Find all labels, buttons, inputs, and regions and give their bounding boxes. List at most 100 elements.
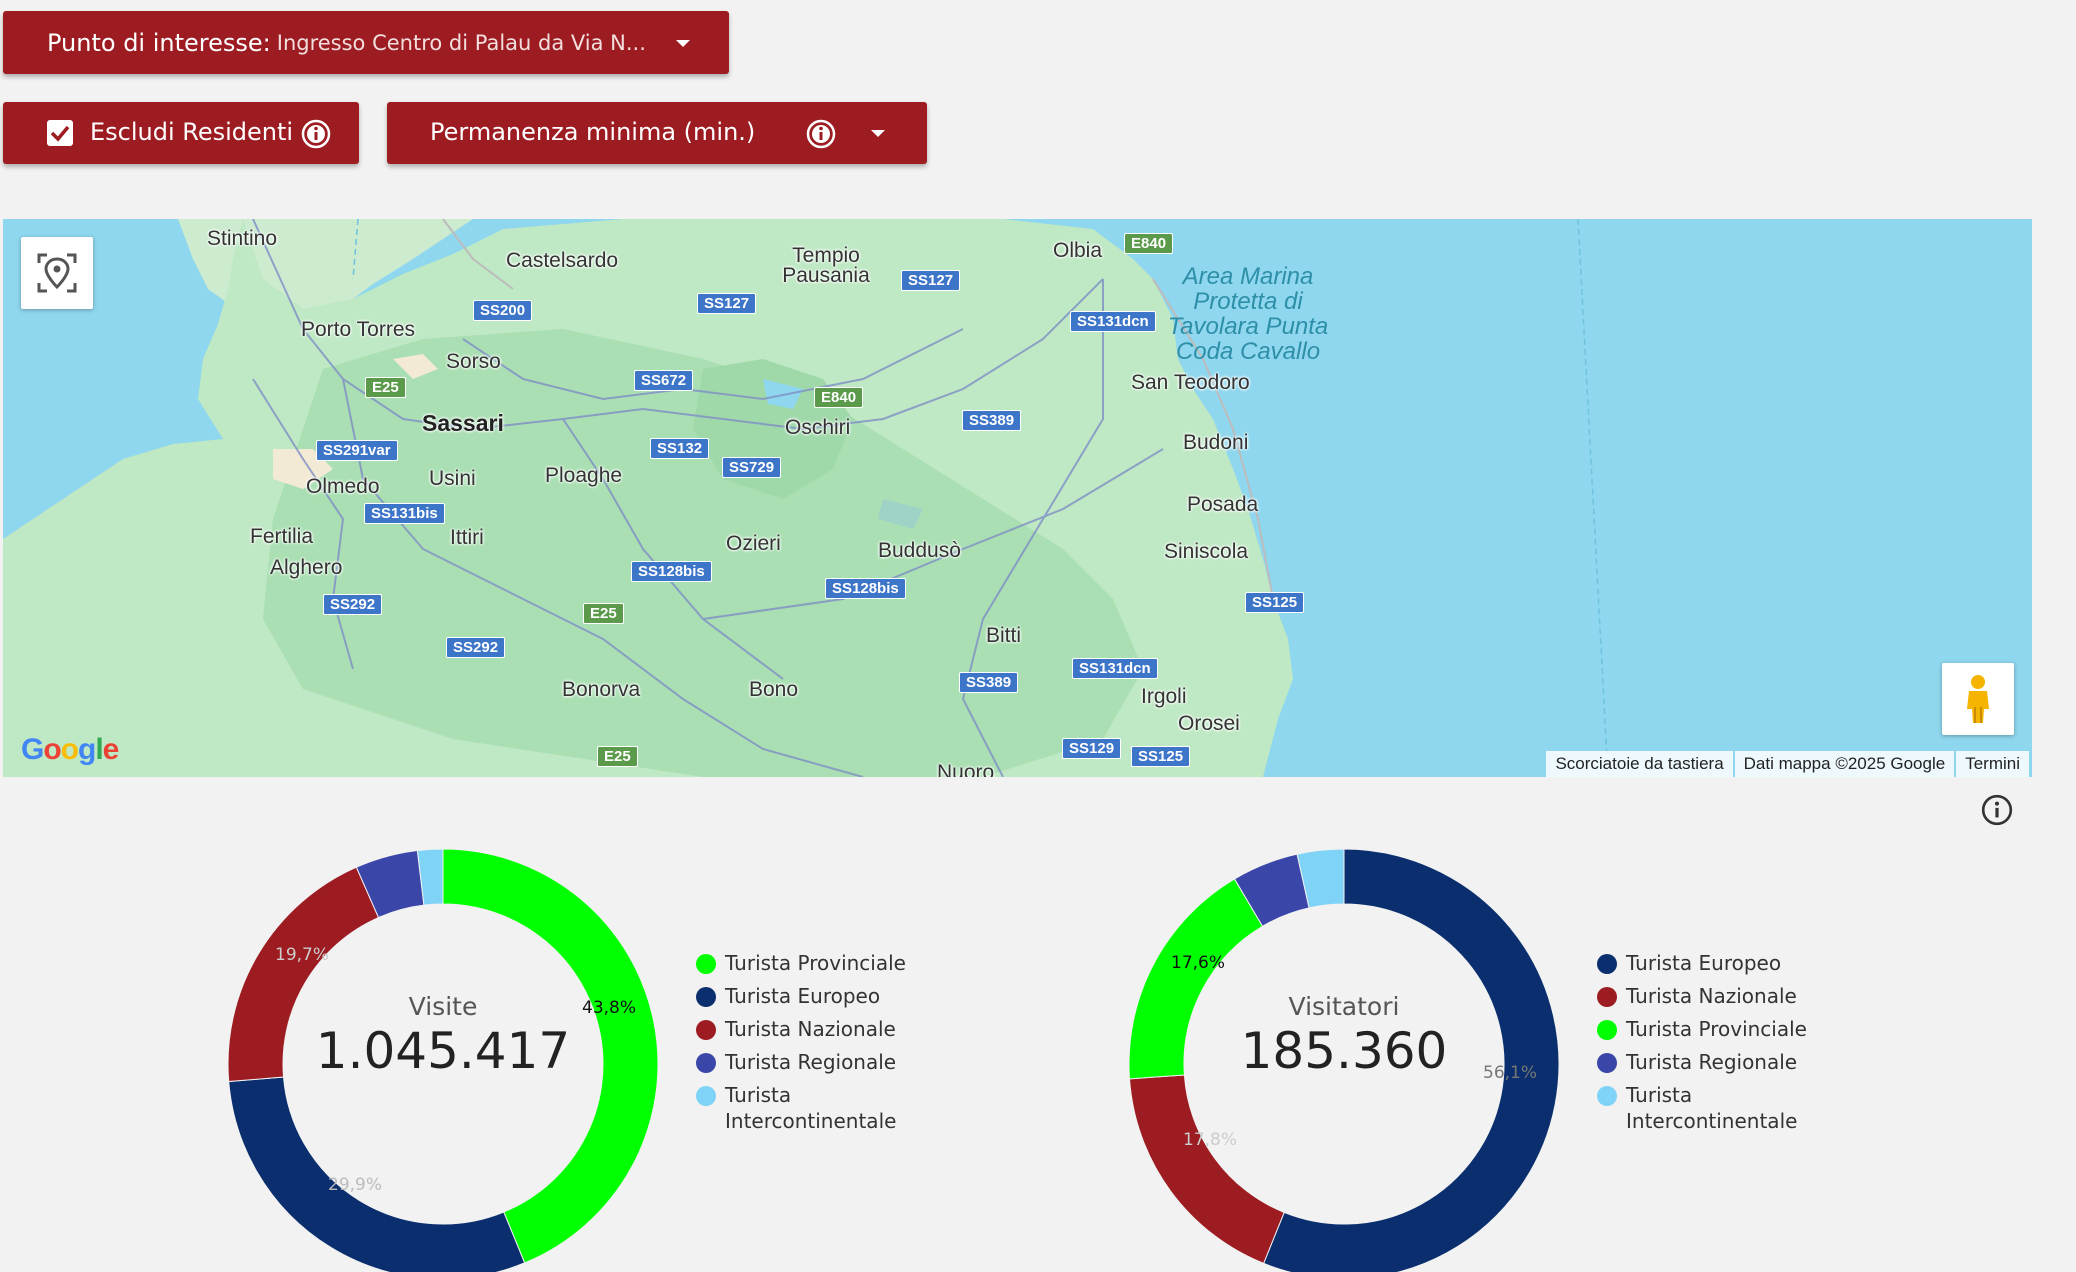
road-label: SS129	[1062, 738, 1122, 759]
road-label: E840	[1124, 233, 1174, 254]
legend-item[interactable]: Turista Europeo	[696, 983, 906, 1009]
legend-swatch	[696, 954, 716, 974]
legend-item[interactable]: Turista Intercontinentale	[1597, 1082, 1807, 1134]
donut-slice[interactable]	[1128, 1074, 1285, 1265]
map-city-label: Sorso	[446, 350, 501, 373]
road-label: SS125	[1245, 592, 1305, 613]
pct-label: 29,9%	[328, 1175, 383, 1195]
legend-label: Turista Europeo	[1626, 951, 1782, 975]
pct-label: 17,6%	[1171, 953, 1226, 973]
road-label: SS292	[446, 637, 506, 658]
map-city-label: Bono	[749, 678, 799, 701]
map-city-label: Olmedo	[306, 475, 380, 498]
checkbox-checked-icon[interactable]	[47, 120, 73, 146]
min-stay-label: Permanenza minima (min.)	[430, 118, 756, 146]
map-city-label: Fertilia	[250, 525, 314, 548]
legend-swatch	[1597, 1020, 1617, 1040]
road-label: SS200	[473, 300, 533, 321]
pct-label: 17,8%	[1183, 1130, 1238, 1150]
pct-label: 43,8%	[582, 998, 637, 1018]
visite-center: Visite 1.045.417	[303, 992, 583, 1081]
legend-swatch	[1597, 1086, 1617, 1106]
exclude-residents-toggle[interactable]: Escludi Residenti	[3, 102, 359, 164]
road-label: SS291var	[316, 440, 398, 461]
map-city-label: Castelsardo	[506, 249, 619, 272]
chevron-down-icon	[676, 40, 690, 47]
map-city-label: Porto Torres	[301, 318, 415, 341]
poi-label: Punto di interesse:	[47, 28, 271, 57]
road-label: SS131dcn	[1070, 311, 1156, 332]
map-city-label: Budoni	[1183, 431, 1249, 454]
map-city-label: Bonorva	[562, 678, 641, 701]
legend-item[interactable]: Turista Nazionale	[696, 1016, 906, 1042]
legend-item[interactable]: Turista Nazionale	[1597, 983, 1807, 1009]
map-city-label: Posada	[1187, 493, 1259, 516]
info-icon[interactable]	[300, 118, 332, 150]
info-icon[interactable]	[805, 118, 837, 150]
map-city-label: Siniscola	[1164, 540, 1249, 563]
map-city-label: Usini	[429, 467, 476, 490]
road-label: SS128bis	[631, 561, 712, 582]
road-label: SS389	[959, 672, 1019, 693]
road-label: E25	[597, 746, 638, 767]
legend-swatch	[696, 1020, 716, 1040]
map-city-label: Ploaghe	[545, 464, 623, 487]
min-stay-dropdown[interactable]: Permanenza minima (min.)	[387, 102, 927, 164]
legend-label: Turista Nazionale	[1626, 984, 1797, 1008]
road-label: SS292	[323, 594, 383, 615]
poi-dropdown[interactable]: Punto di interesse: Ingresso Centro di P…	[3, 11, 729, 74]
map-city-label: Buddusò	[878, 539, 961, 562]
legend-swatch	[696, 1086, 716, 1106]
legend-item[interactable]: Turista Regionale	[696, 1049, 906, 1075]
road-label: SS128bis	[825, 578, 906, 599]
road-label: E25	[365, 377, 406, 398]
visitatori-center: Visitatori 185.360	[1204, 992, 1484, 1081]
poi-value: Ingresso Centro di Palau da Via N...	[276, 30, 646, 55]
road-label: SS127	[697, 293, 757, 314]
map-city-label: Oschiri	[785, 416, 851, 439]
visitatori-label: Visitatori	[1288, 992, 1400, 1021]
map-city-label-text: Tempio Pausania	[782, 244, 870, 287]
legend-swatch	[1597, 987, 1617, 1007]
legend-label: Turista Intercontinentale	[1626, 1083, 1798, 1133]
road-label: SS125	[1131, 746, 1191, 767]
road-label: SS131dcn	[1072, 658, 1158, 679]
pct-label: 56,1%	[1483, 1063, 1538, 1083]
legend-item[interactable]: Turista Intercontinentale	[696, 1082, 906, 1134]
legend-item[interactable]: Turista Regionale	[1597, 1049, 1807, 1075]
legend-item[interactable]: Turista Europeo	[1597, 950, 1807, 976]
exclude-residents-label: Escludi Residenti	[90, 118, 294, 146]
location-pin-icon	[37, 253, 77, 293]
google-logo: Google	[21, 733, 119, 766]
map-city-label: Ittiri	[450, 526, 484, 549]
visite-label: Visite	[408, 992, 478, 1021]
visite-legend: Turista Provinciale Turista Europeo Turist…	[696, 950, 906, 1141]
visite-total: 1.045.417	[315, 1022, 571, 1080]
road-label: SS389	[962, 410, 1022, 431]
map-city-label: Bitti	[986, 624, 1022, 647]
map-city-label: San Teodoro	[1131, 371, 1250, 394]
pegman-icon	[1967, 675, 1989, 723]
legend-item[interactable]: Turista Provinciale	[1597, 1016, 1807, 1042]
legend-swatch	[696, 987, 716, 1007]
map-city-label: Orosei	[1178, 712, 1240, 735]
map-city-label: Alghero	[270, 556, 343, 579]
street-view-button[interactable]	[1942, 663, 2014, 735]
map[interactable]: Stintino Castelsardo Tempio Pausania Olb…	[3, 219, 2032, 777]
legend-label: Turista Europeo	[725, 984, 881, 1008]
road-label: SS131bis	[364, 503, 445, 524]
legend-label: Turista Regionale	[725, 1050, 897, 1074]
road-label: E840	[814, 387, 864, 408]
locate-button[interactable]	[21, 237, 93, 309]
map-city-label: Sassari	[422, 410, 504, 436]
pct-label: 19,7%	[275, 945, 330, 965]
legend-label: Turista Provinciale	[725, 951, 906, 975]
legend-item[interactable]: Turista Provinciale	[696, 950, 906, 976]
road-label: SS672	[634, 370, 694, 391]
map-city-label: Irgoli	[1141, 685, 1187, 708]
marine-area-label: Area Marina Protetta di Tavolara Punta C…	[1167, 263, 1329, 365]
road-label: SS132	[650, 438, 710, 459]
map-city-label: Olbia	[1053, 239, 1103, 262]
road-label: SS127	[901, 270, 961, 291]
road-label: SS729	[722, 457, 782, 478]
